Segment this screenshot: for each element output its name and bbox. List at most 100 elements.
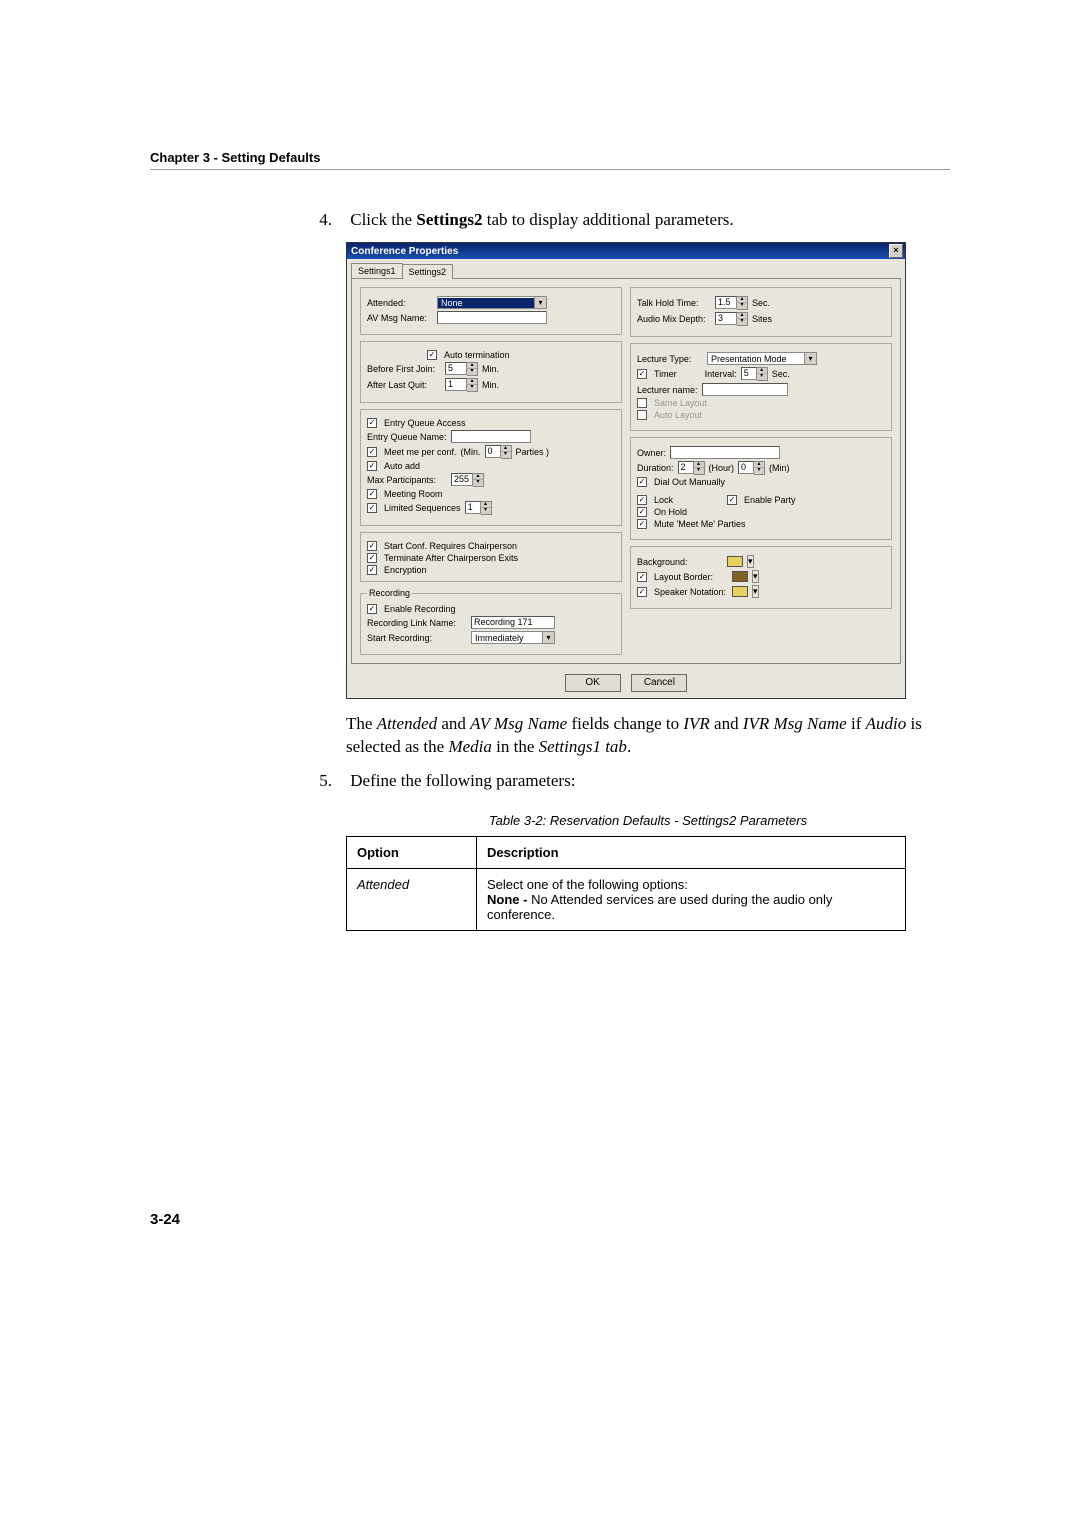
max-participants-value[interactable]: 255 — [451, 473, 473, 486]
terminate-after-chairperson-checkbox[interactable] — [367, 553, 377, 563]
recording-link-name-input[interactable]: Recording 171 — [471, 616, 555, 629]
enable-recording-checkbox[interactable] — [367, 604, 377, 614]
start-recording-select[interactable]: Immediately▾ — [471, 631, 555, 644]
background-color-swatch[interactable] — [727, 556, 743, 567]
avmsg-input[interactable] — [437, 311, 547, 324]
close-icon[interactable]: × — [889, 244, 903, 258]
encryption-checkbox[interactable] — [367, 565, 377, 575]
audio-mix-depth-value[interactable]: 3 — [715, 312, 737, 325]
same-layout-checkbox — [637, 398, 647, 408]
spinner-buttons[interactable]: ▴▾ — [737, 312, 748, 326]
chapter-rule — [150, 169, 950, 170]
duration-hour-spinner[interactable]: 2▴▾ — [678, 461, 705, 475]
parameters-table: Option Description Attended Select one o… — [346, 836, 906, 931]
layout-border-label: Layout Border: — [654, 572, 728, 582]
meeting-room-checkbox[interactable] — [367, 489, 377, 499]
before-first-join-spinner[interactable]: 5▴▾ — [445, 362, 478, 376]
limited-sequences-value[interactable]: 1 — [465, 501, 481, 514]
spinner-buttons[interactable]: ▴▾ — [694, 461, 705, 475]
min-parties-close: Parties ) — [516, 447, 550, 457]
table-row: Attended Select one of the following opt… — [347, 868, 906, 930]
talk-hold-time-value[interactable]: 1.5 — [715, 296, 737, 309]
spinner-buttons[interactable]: ▴▾ — [757, 367, 768, 381]
dialog-button-bar: OK Cancel — [347, 668, 905, 698]
talk-sec-unit: Sec. — [752, 298, 770, 308]
speaker-notation-color-swatch[interactable] — [732, 586, 748, 597]
min-parties-value[interactable]: 0 — [485, 445, 501, 458]
dropdown-icon[interactable]: ▾ — [752, 570, 759, 583]
tab-settings2[interactable]: Settings2 — [402, 264, 454, 279]
max-participants-label: Max Participants: — [367, 475, 447, 485]
lecturer-name-input[interactable] — [702, 383, 788, 396]
talk-hold-time-label: Talk Hold Time: — [637, 298, 711, 308]
recording-link-name-label: Recording Link Name: — [367, 618, 467, 628]
spinner-buttons[interactable]: ▴▾ — [481, 501, 492, 515]
min-parties-spinner[interactable]: 0▴▾ — [485, 445, 512, 459]
ok-button[interactable]: OK — [565, 674, 621, 692]
entry-queue-access-checkbox[interactable] — [367, 418, 377, 428]
start-conf-chairperson-checkbox[interactable] — [367, 541, 377, 551]
interval-spinner[interactable]: 5▴▾ — [741, 367, 768, 381]
auto-add-checkbox[interactable] — [367, 461, 377, 471]
on-hold-checkbox[interactable] — [637, 507, 647, 517]
step-4: 4. Click the Settings2 tab to display ad… — [310, 210, 950, 230]
enable-party-checkbox[interactable] — [727, 495, 737, 505]
meetme-per-conf-checkbox[interactable] — [367, 447, 377, 457]
entry-queue-name-input[interactable] — [451, 430, 531, 443]
owner-input[interactable] — [670, 446, 780, 459]
timer-checkbox[interactable] — [637, 369, 647, 379]
dropdown-icon[interactable]: ▾ — [752, 585, 759, 598]
auto-add-label: Auto add — [384, 461, 420, 471]
talk-hold-time-spinner[interactable]: 1.5▴▾ — [715, 296, 748, 310]
layout-border-checkbox[interactable] — [637, 572, 647, 582]
before-first-join-value[interactable]: 5 — [445, 362, 467, 375]
dial-out-manually-checkbox[interactable] — [637, 477, 647, 487]
title-bar[interactable]: Conference Properties × — [347, 243, 905, 259]
after-last-quit-spinner[interactable]: 1▴▾ — [445, 378, 478, 392]
after-last-quit-label: After Last Quit: — [367, 380, 441, 390]
duration-hour-value[interactable]: 2 — [678, 461, 694, 474]
limited-sequences-checkbox[interactable] — [367, 503, 377, 513]
dropdown-icon[interactable]: ▾ — [747, 555, 754, 568]
tab-settings1[interactable]: Settings1 — [351, 263, 403, 278]
group-chairperson: Start Conf. Requires Chairperson Termina… — [360, 532, 622, 582]
spinner-buttons[interactable]: ▴▾ — [473, 473, 484, 487]
attended-select[interactable]: None▾ — [437, 296, 547, 309]
avmsg-label: AV Msg Name: — [367, 313, 433, 323]
lecture-type-select[interactable]: Presentation Mode▾ — [707, 352, 817, 365]
lock-checkbox[interactable] — [637, 495, 647, 505]
spinner-buttons[interactable]: ▴▾ — [501, 445, 512, 459]
before-first-join-label: Before First Join: — [367, 364, 441, 374]
interval-value[interactable]: 5 — [741, 367, 757, 380]
layout-border-color-swatch[interactable] — [732, 571, 748, 582]
duration-min-value[interactable]: 0 — [738, 461, 754, 474]
cancel-button[interactable]: Cancel — [631, 674, 687, 692]
start-recording-label: Start Recording: — [367, 633, 467, 643]
note-paragraph: The Attended and AV Msg Name fields chan… — [346, 713, 950, 759]
dropdown-icon[interactable]: ▾ — [534, 297, 546, 308]
dropdown-icon[interactable]: ▾ — [804, 353, 816, 364]
duration-min-spinner[interactable]: 0▴▾ — [738, 461, 765, 475]
step-4-c: tab to display additional parameters. — [482, 210, 733, 229]
mute-meet-me-checkbox[interactable] — [637, 519, 647, 529]
lecture-type-label: Lecture Type: — [637, 354, 703, 364]
spinner-buttons[interactable]: ▴▾ — [754, 461, 765, 475]
after-last-quit-value[interactable]: 1 — [445, 378, 467, 391]
spinner-buttons[interactable]: ▴▾ — [737, 296, 748, 310]
spinner-buttons[interactable]: ▴▾ — [467, 362, 478, 376]
auto-termination-checkbox[interactable] — [427, 350, 437, 360]
limited-sequences-spinner[interactable]: 1▴▾ — [465, 501, 492, 515]
attended-value: None — [438, 298, 534, 308]
audio-mix-depth-spinner[interactable]: 3▴▾ — [715, 312, 748, 326]
max-participants-spinner[interactable]: 255▴▾ — [451, 473, 484, 487]
speaker-notation-checkbox[interactable] — [637, 587, 647, 597]
col-option-header: Option — [347, 836, 477, 868]
group-auto-termination: Auto termination Before First Join:5▴▾Mi… — [360, 341, 622, 403]
interval-label: Interval: — [705, 369, 737, 379]
note-settings1: Settings1 tab — [539, 737, 627, 756]
opt-attended: Attended — [357, 877, 409, 892]
before-min-unit: Min. — [482, 364, 499, 374]
dropdown-icon[interactable]: ▾ — [542, 632, 554, 643]
dial-out-manually-label: Dial Out Manually — [654, 477, 725, 487]
spinner-buttons[interactable]: ▴▾ — [467, 378, 478, 392]
